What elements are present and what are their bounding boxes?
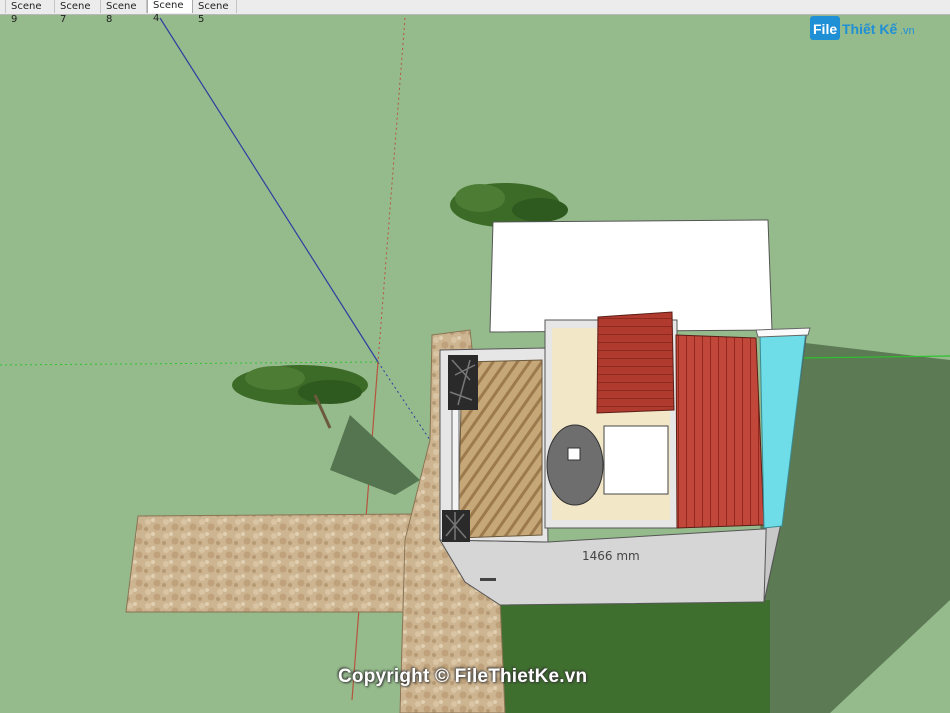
water-heater-box xyxy=(603,425,669,495)
glass-frame-white xyxy=(755,327,811,338)
logo-thietke-text: Thiết Kế xyxy=(842,21,897,37)
site-logo: File Thiết Kế .vn xyxy=(810,14,922,42)
water-tank-vent xyxy=(567,447,581,461)
plant-pot-bottom xyxy=(442,510,470,542)
logo-file-text: File xyxy=(813,21,837,37)
tab-scene-9[interactable]: Scene 9 xyxy=(6,0,55,25)
small-red-roof xyxy=(596,311,675,414)
logo-vn-text: .vn xyxy=(900,25,915,37)
model-viewport[interactable] xyxy=(0,14,950,713)
plant-pot-top xyxy=(448,355,478,410)
lawn-dark-patch xyxy=(500,600,770,713)
copyright-watermark: Copyright © FileThietKe.vn xyxy=(338,666,588,687)
scene-tab-bar: l Scene 9 Scene 7 Scene 8 Scene 4 Scene … xyxy=(0,0,950,25)
dimension-label: 1466 mm xyxy=(582,549,640,563)
front-door-hint xyxy=(480,578,496,581)
paving-walkway-horizontal xyxy=(125,513,416,613)
main-red-roof xyxy=(675,334,765,529)
tab-scene-4[interactable]: Scene 4 xyxy=(147,0,193,24)
water-tank xyxy=(546,424,604,506)
tab-scene-8[interactable]: Scene 8 xyxy=(101,0,147,25)
tab-scene-5[interactable]: Scene 5 xyxy=(193,0,237,25)
tab-scene-7[interactable]: Scene 7 xyxy=(55,0,101,25)
